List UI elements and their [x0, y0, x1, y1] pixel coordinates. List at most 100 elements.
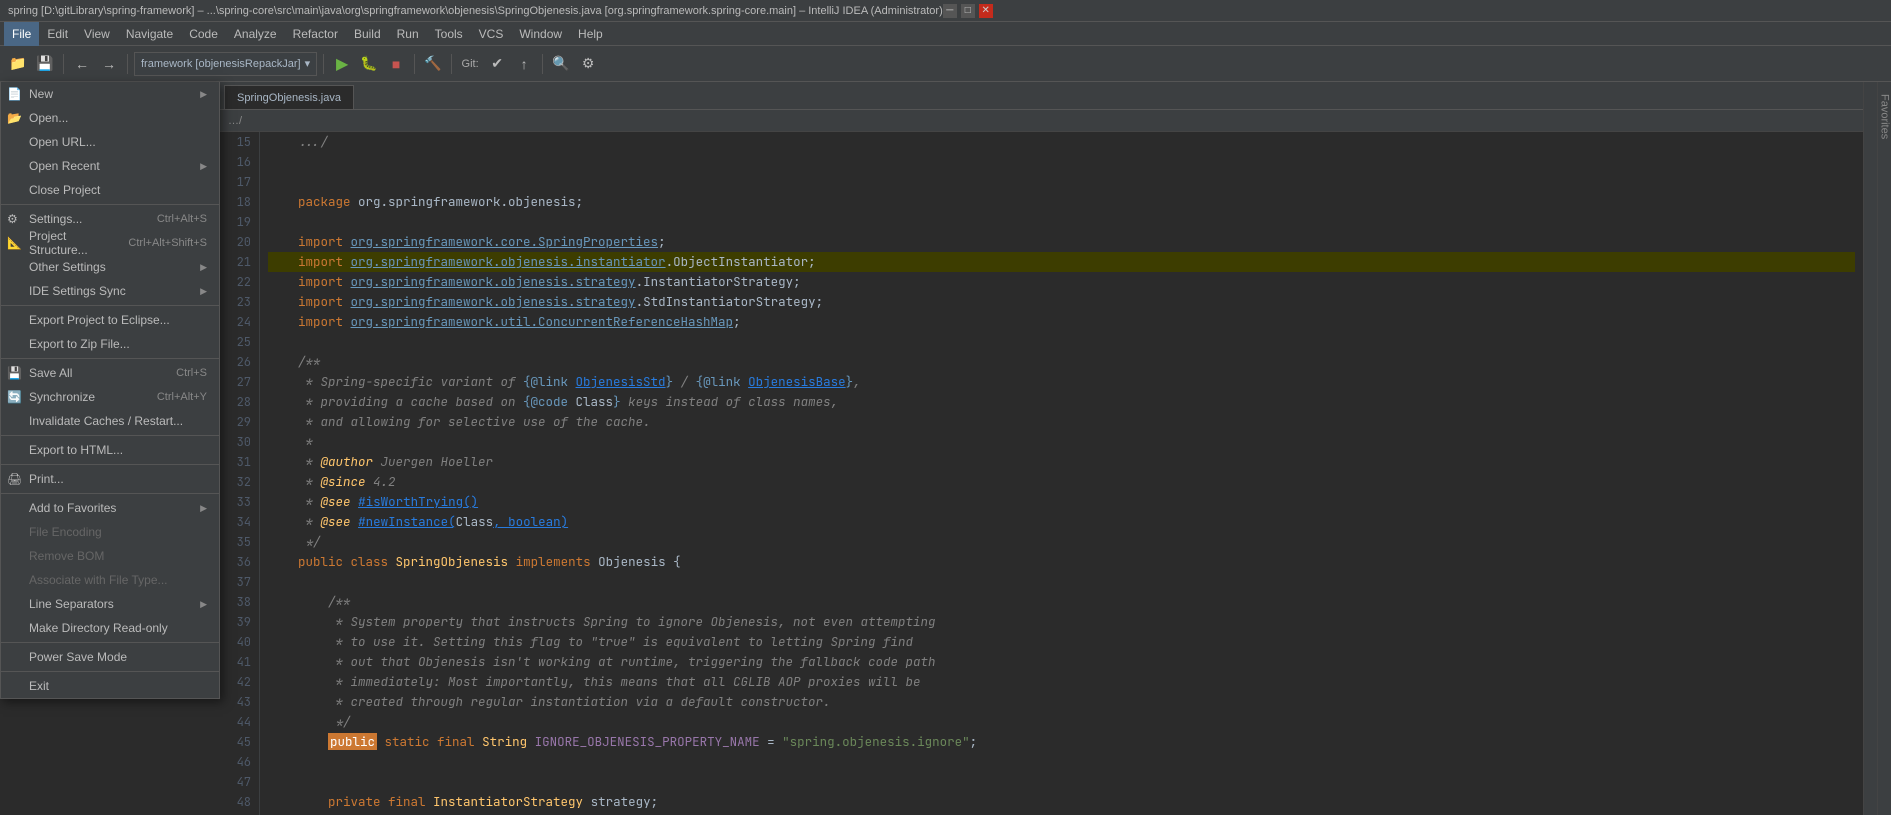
debug-button[interactable]: 🐛	[357, 52, 381, 76]
menu-item-navigate[interactable]: Navigate	[118, 22, 181, 46]
menu-print[interactable]: 🖨 Print...	[1, 467, 219, 491]
menu-item-run[interactable]: Run	[389, 22, 427, 46]
menu-open-url[interactable]: Open URL...	[1, 130, 219, 154]
code-line-28: * providing a cache based on {@code Clas…	[268, 392, 1855, 412]
menu-ide-settings-sync-label: IDE Settings Sync	[29, 284, 126, 298]
code-line-47	[268, 772, 1855, 792]
line-numbers: 15 16 17 18 19 20 21 22 23 24 25 26 27 2…	[220, 132, 260, 815]
project-structure-shortcut: Ctrl+Alt+Shift+S	[128, 237, 207, 249]
menu-export-html[interactable]: Export to HTML...	[1, 438, 219, 462]
menu-remove-bom-label: Remove BOM	[29, 549, 104, 563]
menu-open[interactable]: 📂 Open...	[1, 106, 219, 130]
menu-item-edit[interactable]: Edit	[39, 22, 76, 46]
toolbar-back-btn[interactable]: ←	[70, 52, 94, 76]
menu-associate-file-type: Associate with File Type...	[1, 568, 219, 592]
toolbar-sep4	[414, 54, 415, 74]
menu-bar: File Edit View Navigate Code Analyze Ref…	[0, 22, 1891, 46]
menu-power-save[interactable]: Power Save Mode	[1, 645, 219, 669]
window-controls: ─ □ ✕	[943, 4, 993, 18]
menu-item-file[interactable]: File	[4, 22, 39, 46]
menu-open-recent-label: Open Recent	[29, 159, 100, 173]
menu-export-eclipse-label: Export Project to Eclipse...	[29, 313, 170, 327]
git-update-btn[interactable]: Git:	[458, 52, 482, 76]
menu-settings-label: Settings...	[29, 212, 82, 226]
git-commit-btn[interactable]: ✔	[485, 52, 509, 76]
code-line-26: /**	[268, 352, 1855, 372]
code-line-31: * @author Juergen Hoeller	[268, 452, 1855, 472]
menu-item-refactor[interactable]: Refactor	[285, 22, 346, 46]
code-line-48: private final InstantiatorStrategy strat…	[268, 792, 1855, 812]
chevron-down-icon: ▾	[305, 57, 311, 70]
menu-line-separators-label: Line Separators	[29, 597, 114, 611]
menu-exit[interactable]: Exit	[1, 674, 219, 698]
menu-item-code[interactable]: Code	[181, 22, 226, 46]
search-everywhere-btn[interactable]: 🔍	[549, 52, 573, 76]
toolbar-open-btn[interactable]: 📁	[6, 52, 30, 76]
build-button[interactable]: 🔨	[421, 52, 445, 76]
toolbar-sep1	[63, 54, 64, 74]
menu-item-analyze[interactable]: Analyze	[226, 22, 285, 46]
menu-make-readonly[interactable]: Make Directory Read-only	[1, 616, 219, 640]
divider4	[1, 435, 219, 436]
menu-line-separators[interactable]: Line Separators	[1, 592, 219, 616]
maximize-button[interactable]: □	[961, 4, 975, 18]
toolbar-save-btn[interactable]: 💾	[33, 52, 57, 76]
menu-other-settings-label: Other Settings	[29, 260, 106, 274]
toolbar-sep3	[323, 54, 324, 74]
code-content[interactable]: .../ package org.springframework.objenes…	[260, 132, 1863, 815]
settings-menu-icon: ⚙	[7, 212, 18, 226]
code-line-37	[268, 572, 1855, 592]
menu-item-build[interactable]: Build	[346, 22, 389, 46]
settings-btn[interactable]: ⚙	[576, 52, 600, 76]
stop-button[interactable]: ■	[384, 52, 408, 76]
menu-export-eclipse[interactable]: Export Project to Eclipse...	[1, 308, 219, 332]
code-area: 15 16 17 18 19 20 21 22 23 24 25 26 27 2…	[220, 132, 1863, 815]
menu-synchronize[interactable]: 🔄 Synchronize Ctrl+Alt+Y	[1, 385, 219, 409]
minimize-button[interactable]: ─	[943, 4, 957, 18]
sync-icon: 🔄	[7, 390, 22, 404]
menu-item-help[interactable]: Help	[570, 22, 611, 46]
menu-close-project[interactable]: Close Project	[1, 178, 219, 202]
menu-make-readonly-label: Make Directory Read-only	[29, 621, 168, 635]
favorites-label[interactable]: Favorites	[1879, 90, 1891, 143]
code-line-19	[268, 212, 1855, 232]
code-line-17	[268, 172, 1855, 192]
menu-add-to-favorites[interactable]: Add to Favorites	[1, 496, 219, 520]
divider7	[1, 642, 219, 643]
run-button[interactable]: ▶	[330, 52, 354, 76]
menu-export-zip[interactable]: Export to Zip File...	[1, 332, 219, 356]
title-bar: spring [D:\gitLibrary\spring-framework] …	[0, 0, 1891, 22]
menu-other-settings[interactable]: Other Settings	[1, 255, 219, 279]
sync-shortcut: Ctrl+Alt+Y	[157, 391, 207, 403]
code-line-41: * out that Objenesis isn't working at ru…	[268, 652, 1855, 672]
menu-new-label: New	[29, 87, 53, 101]
menu-item-view[interactable]: View	[76, 22, 118, 46]
code-line-15: .../	[268, 132, 1855, 152]
code-line-32: * @since 4.2	[268, 472, 1855, 492]
close-button[interactable]: ✕	[979, 4, 993, 18]
menu-settings[interactable]: ⚙ Settings... Ctrl+Alt+S	[1, 207, 219, 231]
code-line-30: *	[268, 432, 1855, 452]
menu-invalidate-caches-label: Invalidate Caches / Restart...	[29, 414, 183, 428]
menu-synchronize-label: Synchronize	[29, 390, 95, 404]
menu-invalidate-caches[interactable]: Invalidate Caches / Restart...	[1, 409, 219, 433]
divider2	[1, 305, 219, 306]
menu-new[interactable]: 📄 New	[1, 82, 219, 106]
code-line-42: * immediately: Most importantly, this me…	[268, 672, 1855, 692]
favorites-bar[interactable]: Favorites	[1877, 82, 1891, 815]
git-push-btn[interactable]: ↑	[512, 52, 536, 76]
menu-save-all[interactable]: 💾 Save All Ctrl+S	[1, 361, 219, 385]
menu-item-tools[interactable]: Tools	[427, 22, 471, 46]
menu-project-structure[interactable]: 📐 Project Structure... Ctrl+Alt+Shift+S	[1, 231, 219, 255]
menu-item-vcs[interactable]: VCS	[471, 22, 512, 46]
toolbar-forward-btn[interactable]: →	[97, 52, 121, 76]
project-structure-icon: 📐	[7, 236, 22, 250]
code-line-45: public static final String IGNORE_OBJENE…	[268, 732, 1855, 752]
title-text: spring [D:\gitLibrary\spring-framework] …	[8, 5, 943, 17]
menu-ide-settings-sync[interactable]: IDE Settings Sync	[1, 279, 219, 303]
menu-open-recent[interactable]: Open Recent	[1, 154, 219, 178]
menu-print-label: Print...	[29, 472, 64, 486]
menu-item-window[interactable]: Window	[511, 22, 570, 46]
editor-tab-spring-objenesis[interactable]: SpringObjenesis.java	[224, 85, 354, 109]
project-selector[interactable]: framework [objenesisRepackJar] ▾	[134, 52, 317, 76]
